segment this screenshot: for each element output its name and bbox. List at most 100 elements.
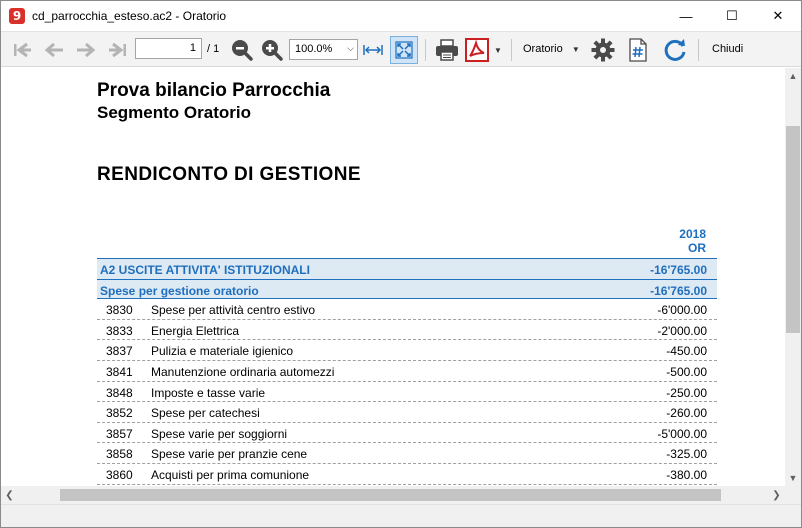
pdf-icon: [465, 38, 489, 62]
next-page-icon: [77, 42, 96, 58]
account-amount: -6'000.00: [657, 303, 707, 318]
account-code: 3857: [106, 426, 133, 441]
window-title: cd_parrocchia_esteso.ac2 - Oratorio: [32, 9, 227, 23]
account-row: 3857 Spese varie per soggiorni -5'000.00: [97, 423, 717, 444]
scrollbar-corner: [785, 486, 801, 504]
account-description: Spese varie per soggiorni: [151, 426, 288, 441]
report-table: A2 USCITE ATTIVITA' ISTITUZIONALI -16'76…: [97, 258, 717, 485]
subgroup-row: Spese per gestione oratorio -16'765.00: [97, 278, 717, 300]
scroll-right-icon[interactable]: ❯: [768, 486, 785, 504]
zoom-level-value: 100.0%: [295, 43, 333, 55]
zoom-in-icon: [262, 40, 283, 61]
hash-options-button[interactable]: [625, 36, 651, 64]
pdf-options-dropdown[interactable]: ▼: [492, 36, 504, 64]
account-amount: -450.00: [666, 344, 707, 359]
chevron-down-icon: ▼: [494, 45, 502, 55]
account-description: Acquisti per prima comunione: [151, 467, 310, 482]
toolbar: 1 / 1 100.0% ⌵ ▼ Oratorio ▼ Chiudi: [1, 31, 801, 67]
first-page-button[interactable]: [9, 36, 35, 64]
account-amount: -5'000.00: [657, 426, 707, 441]
account-description: Spese per attività centro estivo: [151, 303, 316, 318]
report-window: 9 cd_parrocchia_esteso.ac2 - Oratorio — …: [0, 0, 802, 528]
scroll-down-icon[interactable]: ▼: [785, 470, 801, 486]
export-pdf-button[interactable]: [464, 36, 490, 64]
account-row: 3841 Manutenzione ordinaria automezzi -5…: [97, 361, 717, 382]
account-amount: -250.00: [666, 385, 707, 400]
account-amount: -325.00: [666, 447, 707, 462]
view-selector[interactable]: Oratorio ▼: [523, 43, 580, 55]
account-description: Pulizia e materiale igienico: [151, 344, 294, 359]
account-description: Energia Elettrica: [151, 323, 240, 338]
refresh-button[interactable]: [660, 36, 690, 64]
horizontal-scroll-thumb[interactable]: [60, 489, 721, 501]
first-page-icon: [14, 42, 31, 58]
chevron-down-icon: ▼: [571, 45, 580, 54]
chevron-down-icon: ⌵: [347, 43, 354, 53]
zoom-out-button[interactable]: [229, 36, 255, 64]
account-row: 3858 Spese varie per pranzie cene -325.0…: [97, 443, 717, 464]
window-controls: — ☐ ✕: [663, 1, 801, 31]
view-selector-label: Oratorio: [523, 43, 563, 55]
account-description: Manutenzione ordinaria automezzi: [151, 364, 335, 379]
scroll-up-icon[interactable]: ▲: [785, 68, 801, 84]
fit-page-button[interactable]: [390, 36, 418, 64]
close-window-button[interactable]: ✕: [755, 1, 801, 31]
last-page-icon: [109, 42, 126, 58]
settings-button[interactable]: [589, 36, 617, 64]
group-amount: -16'765.00: [650, 263, 707, 277]
account-row: 3830 Spese per attività centro estivo -6…: [97, 299, 717, 320]
column-header-segment: OR: [688, 241, 706, 255]
zoom-in-button[interactable]: [259, 36, 285, 64]
print-button[interactable]: [432, 36, 462, 64]
report-page: Prova bilancio Parrocchia Segmento Orato…: [1, 68, 785, 486]
column-header-year: 2018: [679, 227, 706, 241]
account-row: 3833 Energia Elettrica -2'000.00: [97, 320, 717, 341]
account-amount: -500.00: [666, 364, 707, 379]
account-code: 3830: [106, 303, 133, 318]
account-amount: -380.00: [666, 467, 707, 482]
group-label: A2 USCITE ATTIVITA' ISTITUZIONALI: [100, 263, 310, 277]
prev-page-button[interactable]: [41, 36, 67, 64]
fit-width-button[interactable]: [361, 36, 385, 64]
account-row: 3837 Pulizia e materiale igienico -450.0…: [97, 340, 717, 361]
zoom-out-icon: [232, 40, 253, 61]
account-description: Imposte e tasse varie: [151, 385, 266, 400]
report-title: Prova bilancio Parrocchia: [97, 80, 331, 101]
status-bar: [1, 504, 801, 527]
account-code: 3858: [106, 447, 133, 462]
group-row: A2 USCITE ATTIVITA' ISTITUZIONALI -16'76…: [97, 258, 717, 279]
prev-page-icon: [44, 42, 63, 58]
account-code: 3860: [106, 467, 133, 482]
page-number-input[interactable]: 1: [135, 38, 202, 59]
account-row: 3860 Acquisti per prima comunione -380.0…: [97, 464, 717, 485]
settings-icon: [591, 38, 615, 62]
title-bar: 9 cd_parrocchia_esteso.ac2 - Oratorio — …: [1, 1, 801, 31]
vertical-scrollbar[interactable]: ▲ ▼: [785, 68, 801, 486]
horizontal-scrollbar[interactable]: ❮ ❯: [1, 486, 785, 504]
subgroup-amount: -16'765.00: [650, 283, 707, 298]
refresh-icon: [664, 39, 686, 61]
vertical-scroll-thumb[interactable]: [786, 126, 800, 333]
toolbar-separator: [511, 39, 512, 61]
close-report-button[interactable]: Chiudi: [712, 43, 743, 55]
next-page-button[interactable]: [73, 36, 99, 64]
maximize-button[interactable]: ☐: [709, 1, 755, 31]
report-subtitle: Segmento Oratorio: [97, 103, 251, 122]
account-code: 3841: [106, 364, 133, 379]
zoom-level-select[interactable]: 100.0% ⌵: [289, 39, 358, 60]
account-amount: -2'000.00: [657, 323, 707, 338]
fit-page-icon: [395, 41, 413, 59]
account-row: 3852 Spese per catechesi -260.00: [97, 402, 717, 423]
toolbar-separator: [425, 39, 426, 61]
print-icon: [436, 39, 458, 61]
last-page-button[interactable]: [105, 36, 131, 64]
page-total-label: / 1: [207, 43, 220, 55]
account-description: Spese per catechesi: [151, 406, 260, 421]
minimize-button[interactable]: —: [663, 1, 709, 31]
account-description: Spese varie per pranzie cene: [151, 447, 308, 462]
report-heading: RENDICONTO DI GESTIONE: [97, 164, 361, 185]
app-logo-icon: 9: [9, 8, 25, 24]
scroll-left-icon[interactable]: ❮: [1, 486, 18, 504]
account-code: 3837: [106, 344, 133, 359]
subgroup-label: Spese per gestione oratorio: [100, 283, 259, 298]
